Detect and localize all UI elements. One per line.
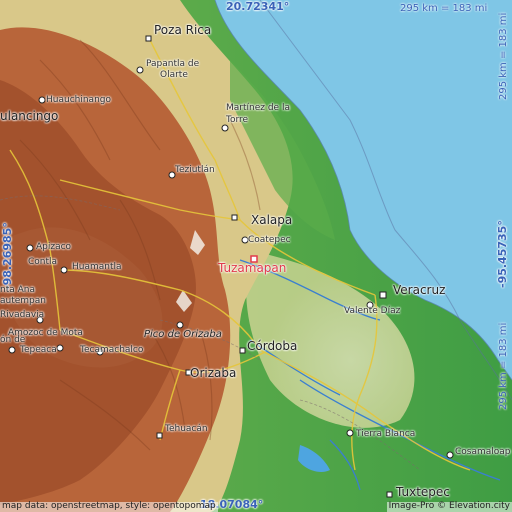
- scale-right-top: 295 km = 183 mi: [498, 12, 509, 100]
- city-tulancingo[interactable]: ulancingo: [0, 110, 58, 122]
- scale-top: 295 km = 183 mi: [400, 3, 488, 14]
- city-poza-rica[interactable]: Poza Rica: [154, 24, 211, 36]
- terrain-layer: [0, 0, 512, 512]
- city-coatepec[interactable]: Coatepec: [248, 236, 291, 245]
- elevation-attribution: Image-Pro © Elevation.city: [386, 501, 512, 512]
- topographic-map[interactable]: 20.72341° 18.07084° -98.26985° -95.45735…: [0, 0, 512, 512]
- city-papantla-line2: Olarte: [160, 70, 188, 80]
- city-teziutlan[interactable]: Teziutlán: [175, 166, 215, 175]
- city-huauchinango[interactable]: Huauchinango: [46, 96, 111, 105]
- city-cordoba[interactable]: Córdoba: [247, 340, 297, 352]
- city-cosamaloapan[interactable]: Cosamaloap: [455, 448, 511, 457]
- city-martinez[interactable]: Martínez de la: [226, 104, 290, 113]
- city-contla[interactable]: Contla: [28, 258, 57, 267]
- city-tierra-blanca[interactable]: Tierra Blanca: [356, 430, 415, 439]
- city-tehuacan[interactable]: Tehuacán: [165, 425, 208, 434]
- city-santa-ana[interactable]: nta Ana: [0, 286, 35, 295]
- right-longitude-label: -95.45735°: [496, 220, 509, 288]
- city-papantla[interactable]: Papantla de: [146, 60, 199, 69]
- city-xalapa[interactable]: Xalapa: [251, 214, 292, 226]
- city-veracruz[interactable]: Veracruz: [393, 284, 445, 296]
- left-longitude-label: -98.26985°: [1, 222, 14, 290]
- peak-pico-de-orizaba[interactable]: Pico de Orizaba: [144, 330, 222, 340]
- city-huamantla[interactable]: Huamantla: [72, 263, 122, 272]
- city-tepeaca[interactable]: Tepeaca: [20, 346, 57, 355]
- city-orizaba[interactable]: Orizaba: [190, 367, 236, 379]
- city-cholula-partial[interactable]: ón de: [0, 336, 25, 345]
- city-rivadavia[interactable]: Rivadavia: [0, 311, 44, 320]
- city-martinez-line2: Torre: [226, 115, 249, 125]
- city-tuzamapan-target[interactable]: Tuzamapan: [218, 262, 286, 274]
- scale-right-bottom: 295 km = 183 mi: [498, 322, 509, 410]
- city-tecamachalco[interactable]: Tecamachalco: [80, 346, 143, 355]
- city-valente-diaz[interactable]: Valente Díaz: [344, 307, 400, 316]
- city-apizaco[interactable]: Apizaco: [36, 243, 71, 252]
- map-attribution: map data: openstreetmap, style: opentopo…: [0, 501, 218, 512]
- city-cuautempan[interactable]: autempan: [0, 297, 46, 306]
- top-latitude-label: 20.72341°: [226, 0, 290, 13]
- city-tuxtepec[interactable]: Tuxtepec: [396, 486, 450, 498]
